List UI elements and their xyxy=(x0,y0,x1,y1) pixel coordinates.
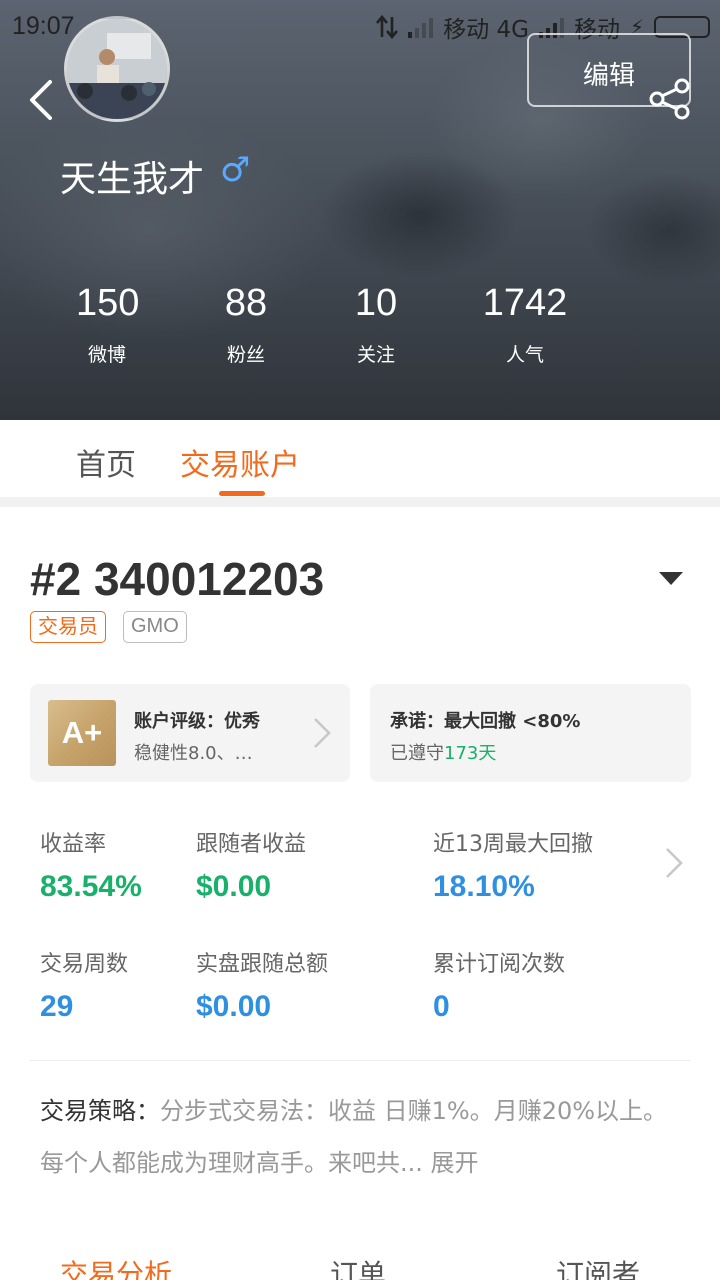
strategy-divider xyxy=(30,1060,690,1061)
tab-orders[interactable]: 订单 xyxy=(330,1253,386,1280)
broker-badge: GMO xyxy=(123,611,187,643)
carrier-primary: 移动 4G xyxy=(443,17,529,43)
analysis-tabs: 交易分析 订单 订阅者 xyxy=(0,1245,720,1280)
stat-popularity[interactable]: 1742 人气 xyxy=(480,280,570,367)
promise-days: 173天 xyxy=(444,743,497,764)
promise-card[interactable]: 承诺：最大回撤 <80% 已遵守173天 xyxy=(370,684,691,782)
username: 天生我才 xyxy=(60,159,205,200)
tab-trading-account[interactable]: 交易账户 xyxy=(180,440,300,484)
account-dropdown-icon[interactable] xyxy=(659,572,683,585)
avatar[interactable] xyxy=(64,16,170,122)
trading-strategy: 交易策略：分步式交易法：收益 日赚1%。月赚20%以上。每个人都能成为理财高手。… xyxy=(40,1085,680,1189)
strategy-label: 交易策略： xyxy=(40,1097,160,1125)
gender-male-icon: ♂ xyxy=(220,150,251,190)
metric-max-drawdown: 近13周最大回撤 18.10% xyxy=(433,832,593,903)
active-tab-indicator xyxy=(219,491,265,496)
promise-title: 承诺：最大回撤 <80% xyxy=(390,711,581,732)
metric-trading-weeks: 交易周数 29 xyxy=(40,952,129,1023)
metric-return-rate: 收益率 83.54% xyxy=(40,832,142,903)
tab-subscribers[interactable]: 订阅者 xyxy=(556,1253,640,1280)
metric-follow-total: 实盘跟随总额 $0.00 xyxy=(196,952,329,1023)
rating-detail: 稳健性8.0、… xyxy=(134,743,253,764)
avatar-photo-icon xyxy=(67,19,167,119)
account-rating-card[interactable]: A+ 账户评级：优秀 稳健性8.0、… xyxy=(30,684,350,782)
tab-trade-analysis[interactable]: 交易分析 xyxy=(60,1253,172,1280)
data-transfer-icon xyxy=(376,15,399,39)
tab-home[interactable]: 首页 xyxy=(76,440,136,484)
strategy-expand-link[interactable]: 展开 xyxy=(431,1149,479,1177)
section-divider xyxy=(0,497,720,507)
status-time: 19:07 xyxy=(12,12,75,40)
metric-subscription-count: 累计订阅次数 0 xyxy=(433,952,566,1023)
stat-following[interactable]: 10 关注 xyxy=(351,280,401,367)
metric-follower-return: 跟随者收益 $0.00 xyxy=(196,832,307,903)
account-title: #2 340012203 xyxy=(30,553,325,605)
share-icon[interactable] xyxy=(648,78,692,120)
signal-icon xyxy=(408,16,434,38)
rating-title: 账户评级：优秀 xyxy=(134,711,260,732)
chevron-right-icon xyxy=(314,718,331,748)
profile-header: 19:07 移动 4G 移动 ⚡ 编辑 天生我才 ♂ 150 微博 88 粉丝 … xyxy=(0,0,720,420)
grade-badge: A+ xyxy=(48,700,116,766)
promise-detail: 已遵守173天 xyxy=(390,743,497,764)
trader-badge: 交易员 xyxy=(30,611,106,643)
metrics-more-chevron-icon[interactable] xyxy=(664,846,684,880)
stat-weibo[interactable]: 150 微博 xyxy=(76,280,139,367)
back-arrow-icon[interactable] xyxy=(22,76,62,124)
stat-fans[interactable]: 88 粉丝 xyxy=(221,280,271,367)
profile-tabs: 首页 交易账户 xyxy=(0,420,720,498)
profile-stats: 150 微博 88 粉丝 10 关注 1742 人气 xyxy=(0,280,720,380)
